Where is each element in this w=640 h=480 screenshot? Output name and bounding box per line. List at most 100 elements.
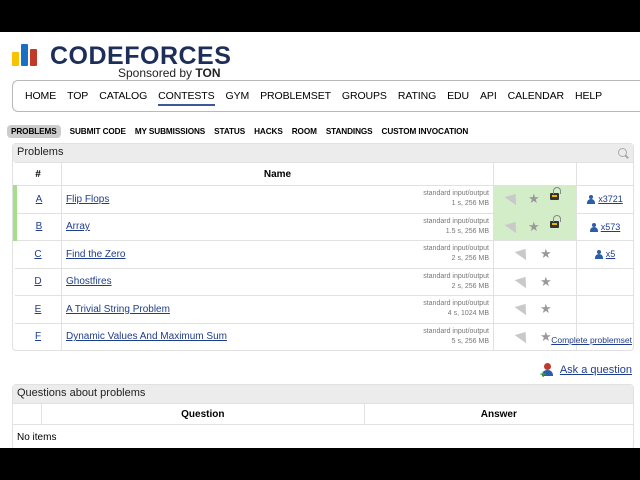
problem-actions-cell: ★ [493,212,577,241]
problems-table: # Name A Flip Flops standard input/output 1… [13,162,633,350]
favorite-star-icon[interactable]: ★ [528,219,540,235]
lock-icon[interactable] [550,214,561,228]
problem-time-memory: 2 s, 256 MB [451,255,489,262]
problem-row: C Find the Zero standard input/output 2 s, … [15,240,633,268]
tab-hacks[interactable]: HACKS [254,127,283,136]
header-blank [13,403,42,425]
codeforces-logo[interactable]: CODEFORCES Sponsored by TON [12,38,232,82]
favorite-star-icon[interactable]: ★ [540,301,552,317]
problem-limits: standard input/output 2 s, 256 MB [423,272,489,292]
menu-item-gym[interactable]: GYM [226,90,250,106]
menu-item-top[interactable]: TOP [67,90,88,106]
search-icon[interactable] [618,148,627,157]
problem-name-cell: Array standard input/output 1.5 s, 256 MB [61,212,494,241]
problem-time-memory: 1.5 s, 256 MB [445,227,489,235]
header-solved [576,162,633,186]
questions-panel-title: Questions about problems [13,385,633,403]
ask-question-link[interactable]: Ask a question [560,364,632,376]
solved-count-link[interactable]: x573 [601,222,621,232]
tab-status[interactable]: STATUS [214,127,245,136]
empty-row: No items [13,424,633,448]
submit-plane-icon[interactable] [504,189,522,206]
user-icon [594,250,603,260]
menu-item-help[interactable]: HELP [575,90,602,106]
problem-solved-cell: x573 [576,212,633,241]
menu-item-edu[interactable]: EDU [447,90,469,106]
menu-item-api[interactable]: API [480,90,497,106]
ask-question-icon[interactable]: + [540,363,556,381]
problem-index-link[interactable]: B [36,221,43,232]
user-icon [589,222,598,232]
favorite-star-icon[interactable]: ★ [540,329,552,345]
problem-index-cell: E [15,295,62,323]
submit-plane-icon[interactable] [514,272,532,288]
problem-index-cell: C [15,240,62,268]
menu-item-calendar[interactable]: CALENDAR [508,90,564,106]
submit-plane-icon[interactable] [504,217,522,233]
header-actions [493,162,577,186]
problem-row: A Flip Flops standard input/output 1 s, 256… [13,185,633,213]
header-answer: Answer [364,403,633,425]
header-name: Name [61,162,494,186]
tab-submit-code[interactable]: SUBMIT CODE [70,127,126,136]
menu-item-contests[interactable]: CONTESTS [158,90,215,106]
tab-my-submissions[interactable]: MY SUBMISSIONS [135,127,205,136]
problem-name-link[interactable]: Dynamic Values And Maximum Sum [66,331,227,342]
tab-room[interactable]: ROOM [292,127,317,136]
problem-name-cell: Ghostfires standard input/output 2 s, 256 … [61,267,494,296]
problem-limits: standard input/output 2 s, 256 MB [423,244,489,264]
lock-icon[interactable] [550,187,561,200]
problem-io: standard input/output [423,190,489,197]
problem-index-link[interactable]: E [35,304,42,315]
problem-actions-cell: ★ [493,267,577,296]
codeforces-page: CODEFORCES Sponsored by TON HOME TOP CATAL… [0,32,640,448]
menu-item-rating[interactable]: RATING [398,90,436,106]
menu-item-groups[interactable]: GROUPS [342,90,387,106]
questions-header-row: Question Answer [13,403,633,425]
problem-name-link[interactable]: Flip Flops [66,194,109,205]
problem-time-memory: 4 s, 1024 MB [447,310,489,317]
favorite-star-icon[interactable]: ★ [540,274,552,290]
submit-plane-icon[interactable] [514,244,532,261]
tab-standings[interactable]: STANDINGS [326,127,373,136]
menu-item-catalog[interactable]: CATALOG [99,90,147,106]
problem-time-memory: 1 s, 256 MB [451,200,489,207]
problem-io: standard input/output [423,272,489,280]
sponsor-prefix: Sponsored by [118,66,193,80]
tab-custom-invocation[interactable]: CUSTOM INVOCATION [382,127,469,136]
contest-tabs: PROBLEMS SUBMIT CODE MY SUBMISSIONS STATUS H… [7,125,477,138]
tab-problems[interactable]: PROBLEMS [7,125,61,138]
complete-problemset-link[interactable]: Complete problemset [551,335,632,345]
problems-header-row: # Name [15,162,633,186]
problem-name-cell: A Trivial String Problem standard input/o… [61,295,494,323]
user-icon [587,195,596,205]
menu-item-home[interactable]: HOME [25,90,56,106]
submit-plane-icon[interactable] [514,299,532,316]
problem-time-memory: 2 s, 256 MB [451,282,489,290]
solved-count-link[interactable]: x5 [606,249,616,259]
problem-io: standard input/output [423,300,489,307]
favorite-star-icon[interactable]: ★ [528,191,540,207]
problem-limits: standard input/output 5 s, 256 MB [423,327,489,347]
problem-name-link[interactable]: Find the Zero [66,249,125,260]
problem-index-link[interactable]: D [34,276,41,287]
problem-time-memory: 5 s, 256 MB [451,337,489,345]
problem-row: F Dynamic Values And Maximum Sum standard … [15,322,633,350]
main-menu-items: HOME TOP CATALOG CONTESTS GYM PROBLEMSET GROUP… [25,90,613,106]
problem-name-cell: Dynamic Values And Maximum Sum standard i… [61,322,494,350]
favorite-star-icon[interactable]: ★ [540,246,552,262]
submit-plane-icon[interactable] [514,327,532,343]
problem-actions-cell: ★ [493,240,577,268]
solved-count-link[interactable]: x3721 [598,194,623,204]
problem-index-link[interactable]: F [35,331,41,342]
problem-row: D Ghostfires standard input/output 2 s, 256… [15,267,633,296]
problem-index-cell: A [13,185,62,213]
problem-name-link[interactable]: A Trivial String Problem [66,304,170,315]
menu-item-problemset[interactable]: PROBLEMSET [260,90,331,106]
problem-index-link[interactable]: A [36,194,43,205]
problem-solved-cell: x5 [576,240,633,268]
problem-index-link[interactable]: C [34,249,41,260]
problem-name-link[interactable]: Ghostfires [66,276,112,287]
problem-io: standard input/output [423,327,489,335]
problem-name-link[interactable]: Array [66,221,90,232]
